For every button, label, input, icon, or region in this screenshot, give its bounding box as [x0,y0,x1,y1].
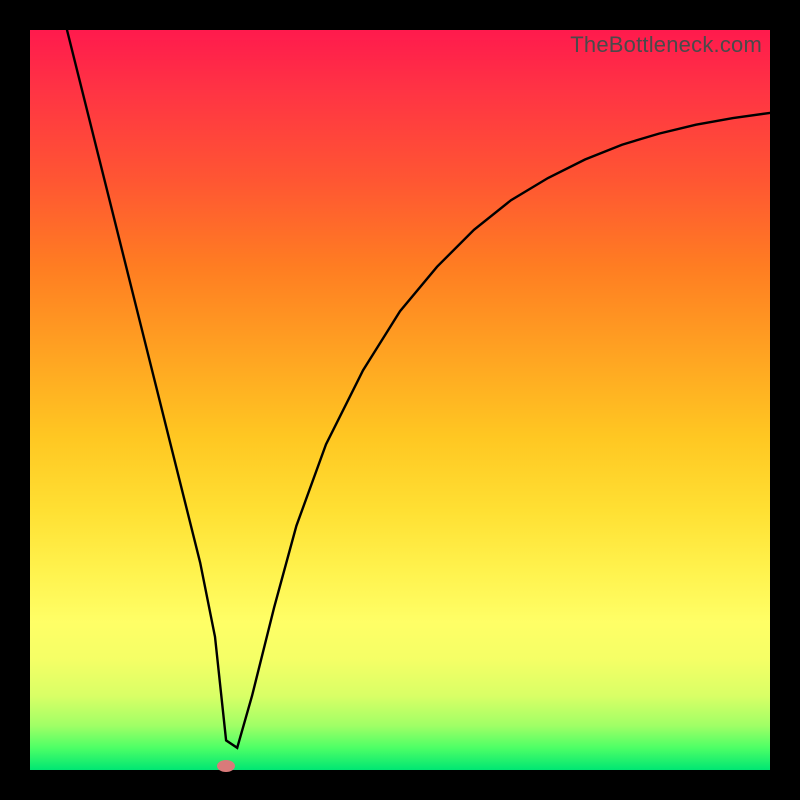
plot-area: TheBottleneck.com [30,30,770,770]
minimum-marker-icon [217,760,235,772]
watermark-label: TheBottleneck.com [570,32,762,58]
bottleneck-curve [30,30,770,770]
chart-frame: TheBottleneck.com [0,0,800,800]
